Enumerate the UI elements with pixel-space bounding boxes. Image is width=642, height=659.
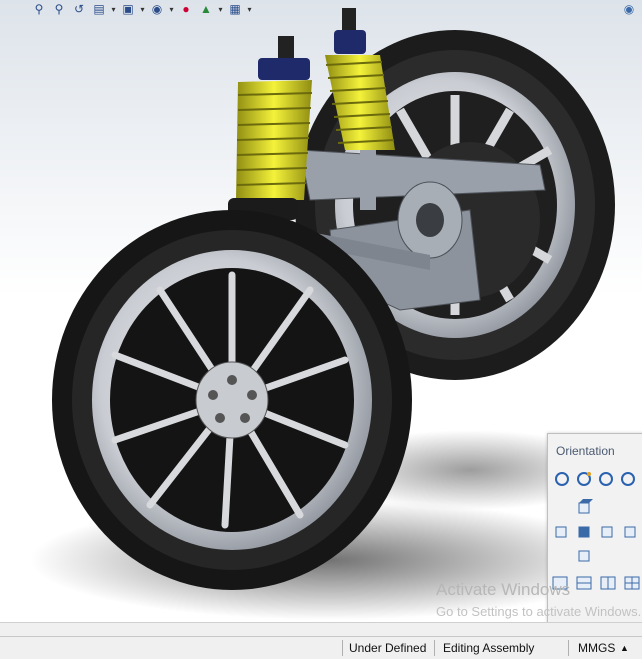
left-view-icon[interactable] xyxy=(553,522,571,540)
status-bar: Under Defined Editing Assembly MMGS ▲ xyxy=(0,636,642,659)
activate-windows-title: Activate Windows xyxy=(436,580,571,599)
status-separator xyxy=(342,640,343,656)
bottom-view-icon[interactable] xyxy=(576,546,594,564)
chevron-up-icon[interactable]: ▲ xyxy=(620,643,629,653)
front-shock-absorber xyxy=(228,36,313,220)
two-view-vertical-icon[interactable] xyxy=(599,574,617,592)
new-view-icon[interactable] xyxy=(553,470,571,488)
front-view-icon[interactable] xyxy=(576,522,594,540)
four-view-icon[interactable] xyxy=(623,574,641,592)
link-views-icon[interactable] xyxy=(619,470,637,488)
editing-mode-status: Editing Assembly xyxy=(443,641,535,655)
reset-standard-views-icon[interactable] xyxy=(597,470,615,488)
status-separator xyxy=(568,640,569,656)
activate-windows-subtitle: Go to Settings to activate Windows. xyxy=(436,604,642,619)
top-view-icon[interactable] xyxy=(576,498,594,516)
horizontal-scrollbar[interactable] xyxy=(0,622,642,636)
two-view-horizontal-icon[interactable] xyxy=(575,574,593,592)
orientation-panel: Orientation xyxy=(547,433,642,630)
graphics-area[interactable]: ⚲ ⚲ ↺ ▤ ▾ ▣ ▾ ◉ ▾ ● ▲ ▾ ▦ ▾ ◉ Orientatio… xyxy=(0,0,642,636)
right-view-icon[interactable] xyxy=(599,522,617,540)
status-separator xyxy=(434,640,435,656)
unit-system-selector[interactable]: MMGS xyxy=(578,641,615,655)
definition-status: Under Defined xyxy=(349,641,427,655)
suspension-model xyxy=(30,8,630,620)
back-view-icon[interactable] xyxy=(622,522,640,540)
update-standard-views-icon[interactable] xyxy=(575,470,593,488)
orientation-panel-title: Orientation xyxy=(556,444,615,458)
front-wheel xyxy=(52,210,412,590)
